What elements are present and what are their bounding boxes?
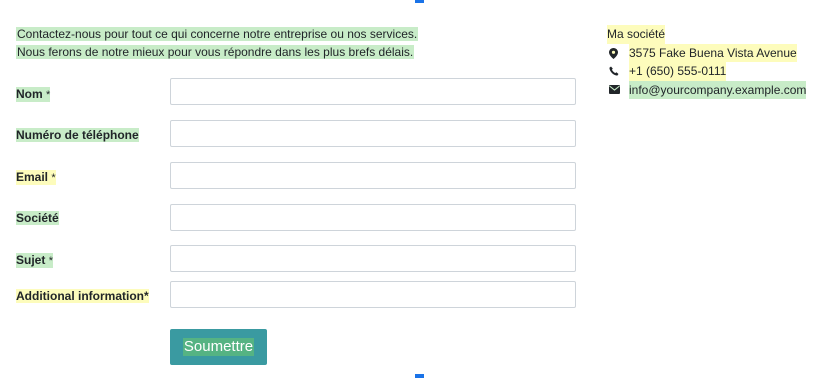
field-label-nom: Nom *	[16, 87, 51, 102]
map-marker-icon	[607, 47, 621, 59]
societe-input[interactable]	[170, 204, 576, 231]
field-label-email: Email *	[16, 170, 56, 185]
drop-zone-marker-top	[415, 0, 424, 3]
field-label-societe: Société	[16, 211, 59, 225]
nom-input[interactable]	[170, 78, 576, 105]
sujet-input[interactable]	[170, 245, 576, 272]
company-address: 3575 Fake Buena Vista Avenue	[629, 43, 797, 62]
intro-line-1: Contactez-nous pour tout ce qui concerne…	[16, 27, 419, 41]
additional-information-input[interactable]	[170, 281, 576, 308]
field-label-telephone: Numéro de téléphone	[16, 128, 139, 142]
intro-line-2: Nous ferons de notre mieux pour vous rép…	[16, 45, 415, 59]
drop-zone-marker-bottom	[415, 374, 424, 378]
submit-button[interactable]: Soumettre	[170, 329, 267, 365]
email-input[interactable]	[170, 162, 576, 189]
company-info: Ma société 3575 Fake Buena Vista Avenue …	[607, 25, 807, 99]
envelope-icon	[607, 84, 621, 96]
telephone-input[interactable]	[170, 120, 576, 147]
company-phone: +1 (650) 555-0111	[629, 62, 727, 81]
field-label-sujet: Sujet *	[16, 253, 53, 268]
field-label-additional-information: Additional information*	[16, 289, 149, 303]
submit-button-label: Soumettre	[182, 338, 255, 356]
intro-text: Contactez-nous pour tout ce qui concerne…	[16, 25, 419, 61]
company-email: info@yourcompany.example.com	[629, 80, 807, 99]
company-name: Ma société	[607, 25, 666, 44]
phone-icon	[607, 65, 621, 77]
